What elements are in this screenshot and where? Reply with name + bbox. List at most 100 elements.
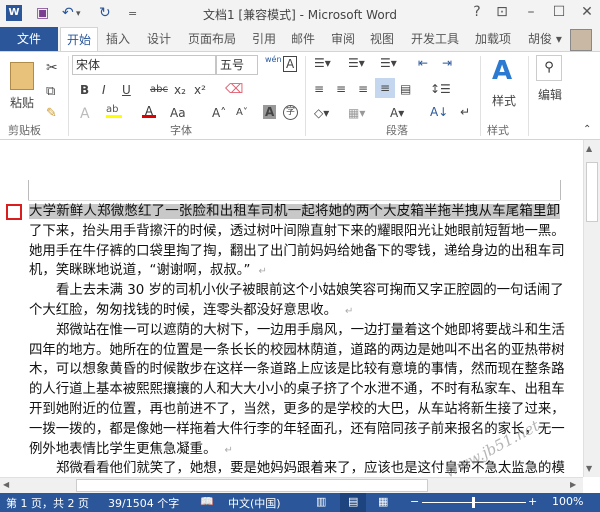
change-case-button[interactable]: Aa	[170, 106, 186, 120]
phonetic-guide-button[interactable]: wén	[265, 55, 282, 64]
styles-icon[interactable]: A	[492, 56, 512, 86]
superscript-button[interactable]: x²	[194, 83, 206, 97]
bold-button[interactable]: B	[80, 83, 89, 97]
tab-view[interactable]: 视图	[364, 27, 400, 51]
tab-layout[interactable]: 页面布局	[182, 27, 242, 51]
document-line[interactable]: 机，笑眯眯地说道，“谢谢啊，叔叔。” ↵	[29, 261, 560, 281]
line-text: 例外地表情比学生更焦急凝重。	[29, 441, 217, 457]
ribbon-display-options-button[interactable]: ⊡	[491, 4, 513, 20]
text-effects-icon[interactable]: A	[80, 106, 90, 122]
italic-button[interactable]: I	[102, 83, 106, 97]
document-line[interactable]: 一拨一拨的，都是像她一样拖着大件行李的年轻面孔，还有陪同孩子前来报名的家长，无一	[29, 420, 565, 440]
help-button[interactable]: ?	[466, 4, 488, 20]
tab-addins[interactable]: 加载项	[469, 27, 517, 51]
user-avatar[interactable]	[570, 29, 592, 51]
proofing-icon[interactable]: 📖	[200, 495, 214, 508]
show-formatting-icon[interactable]: ↵	[460, 105, 470, 119]
tab-developer[interactable]: 开发工具	[405, 27, 465, 51]
tab-insert[interactable]: 插入	[100, 27, 136, 51]
asian-layout-icon[interactable]: A▾	[390, 106, 404, 120]
document-line[interactable]: 她用手在牛仔裤的口袋里掏了掏，翻出了出门前妈妈给她备下的零钱，递给身边的出租车司	[29, 242, 565, 262]
font-name-combobox[interactable]: 宋体	[72, 55, 216, 75]
character-shading-button[interactable]: A	[263, 105, 277, 119]
document-line[interactable]: 的人行道上基本被熙熙攘攘的人和大大小小的桌子挤了个水泄不通，不时有私家车、出租车	[29, 380, 565, 400]
font-size-combobox[interactable]: 五号	[216, 55, 258, 75]
borders-icon[interactable]: ▦▾	[348, 106, 365, 120]
paragraph-mark: ↵	[258, 266, 267, 278]
document-line[interactable]: 四年的地方。她所在的位置是一条长长的校园林荫道，道路的两边是她叫不出名的亚热带树	[29, 341, 565, 361]
document-line[interactable]: 大学新鲜人郑微憋红了一张脸和出租车司机一起将她的两个大皮箱半拖半拽从车尾箱里卸	[29, 202, 560, 222]
copy-icon[interactable]: ⧉	[46, 84, 55, 99]
document-page[interactable]: 大学新鲜人郑微憋红了一张脸和出租车司机一起将她的两个大皮箱半拖半拽从车尾箱里卸了…	[0, 140, 583, 477]
align-right-icon[interactable]: ≡	[358, 82, 368, 96]
cut-icon[interactable]: ✂	[46, 60, 58, 76]
vertical-scrollbar[interactable]: ▲ ▼	[583, 140, 600, 477]
highlight-color-icon[interactable]: ab	[106, 104, 122, 118]
scroll-up-icon[interactable]: ▲	[586, 144, 592, 153]
paste-icon[interactable]	[10, 62, 34, 90]
enclose-characters-button[interactable]: 字	[283, 105, 298, 120]
zoom-level[interactable]: 100%	[552, 495, 583, 508]
numbering-icon[interactable]: ☰▾	[348, 56, 365, 70]
zoom-slider-thumb[interactable]	[472, 497, 475, 508]
clear-formatting-icon[interactable]: ⌫	[225, 82, 243, 97]
underline-button[interactable]: U	[122, 83, 131, 97]
vertical-scroll-thumb[interactable]	[586, 162, 598, 222]
subscript-button[interactable]: x₂	[174, 83, 186, 97]
word-count[interactable]: 39/1504 个字	[108, 495, 179, 511]
tab-mailings[interactable]: 邮件	[285, 27, 321, 51]
bullets-icon[interactable]: ☰▾	[314, 56, 331, 70]
line-spacing-icon[interactable]: ↕☰	[430, 82, 451, 96]
horizontal-scroll-thumb[interactable]	[76, 479, 428, 492]
tab-home[interactable]: 开始	[60, 27, 99, 51]
web-layout-icon[interactable]: ▦	[378, 495, 388, 508]
tab-design[interactable]: 设计	[141, 27, 177, 51]
strikethrough-button[interactable]: abc	[150, 84, 168, 95]
crop-mark	[28, 180, 29, 200]
document-line[interactable]: 开到她附近的位置，再也前进不了，当然，更多的是学校的大巴，从车站将新生接了过来，	[29, 400, 565, 420]
close-button[interactable]: ✕	[576, 4, 598, 20]
document-line[interactable]: 郑微站在惟一可以遮荫的大树下，一边用手扇风，一边打量着这个她即将要战斗和生活	[29, 321, 565, 341]
multilevel-list-icon[interactable]: ☰▾	[380, 56, 397, 70]
grow-font-button[interactable]: A˄	[212, 106, 226, 120]
shrink-font-button[interactable]: A˅	[236, 107, 248, 118]
tab-references[interactable]: 引用	[246, 27, 282, 51]
editing-button[interactable]: 编辑	[538, 86, 562, 103]
scroll-left-icon[interactable]: ◀	[3, 480, 9, 489]
print-layout-icon[interactable]: ▤	[340, 493, 366, 512]
scroll-down-icon[interactable]: ▼	[586, 464, 592, 473]
align-left-icon[interactable]: ≡	[314, 82, 324, 96]
maximize-button[interactable]: ☐	[548, 4, 570, 20]
decrease-indent-icon[interactable]: ⇤	[418, 56, 428, 70]
font-color-icon[interactable]: A	[142, 104, 156, 118]
language-indicator[interactable]: 中文(中国)	[228, 495, 281, 511]
distributed-icon[interactable]: ▤	[400, 82, 411, 96]
sort-icon[interactable]: A↓	[430, 105, 448, 119]
collapse-ribbon-icon[interactable]: ⌃	[583, 124, 591, 135]
document-line[interactable]: 个大红脸，匆匆找钱的时候，连零头都没好意思收。 ↵	[29, 301, 560, 321]
find-binoculars-icon[interactable]: ⚲	[536, 55, 562, 81]
paste-button[interactable]: 粘贴	[10, 94, 34, 111]
line-text: 大学新鲜人郑微憋红了一张脸和出租车司机一起将她的两个大皮箱半拖半拽从车尾箱里卸	[29, 204, 560, 219]
increase-indent-icon[interactable]: ⇥	[442, 56, 452, 70]
shading-icon[interactable]: ◇▾	[314, 106, 329, 120]
read-mode-icon[interactable]: ▥	[316, 495, 326, 508]
document-line[interactable]: 了下来，抬头用手背擦汗的时候，透过树叶间隙直射下来的耀眼阳光让她眼前短暂地一黑。	[29, 222, 565, 242]
user-account[interactable]: 胡俊 ▾	[522, 27, 568, 51]
align-center-icon[interactable]: ≡	[336, 82, 346, 96]
justify-icon[interactable]: ≡	[375, 78, 395, 98]
tab-review[interactable]: 审阅	[325, 27, 361, 51]
zoom-in-button[interactable]: +	[528, 495, 537, 508]
horizontal-scrollbar[interactable]: ◀ ▶	[0, 477, 583, 493]
tab-file[interactable]: 文件	[0, 27, 58, 51]
document-line[interactable]: 木，可以想象黄昏的时候散步在这样一条道路上应该是比较有意境的事情，然而现在整条路	[29, 360, 565, 380]
line-text: 机，笑眯眯地说道，“谢谢啊，叔叔。”	[29, 263, 251, 279]
format-painter-icon[interactable]: ✎	[46, 106, 57, 121]
minimize-button[interactable]: –	[520, 4, 542, 20]
styles-button[interactable]: 样式	[492, 92, 516, 109]
scroll-right-icon[interactable]: ▶	[570, 480, 576, 489]
document-line[interactable]: 看上去未满 30 岁的司机小伙子被眼前这个小姑娘笑容可掬而又字正腔圆的一句话闹了	[29, 281, 564, 301]
page-count[interactable]: 第 1 页，共 2 页	[6, 495, 89, 511]
character-border-button[interactable]: A	[283, 56, 298, 72]
zoom-out-button[interactable]: −	[410, 495, 419, 508]
